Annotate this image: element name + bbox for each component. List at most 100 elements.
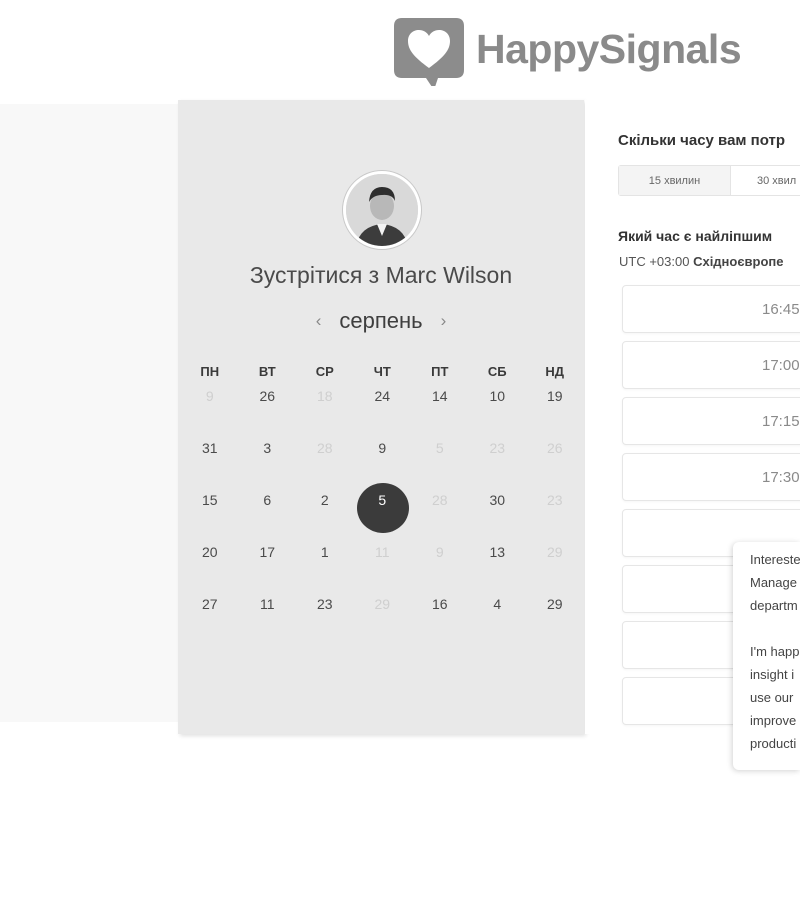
chat-message-line: use our bbox=[750, 690, 794, 705]
chat-message-line: producti bbox=[750, 736, 797, 751]
calendar-day[interactable]: 19 bbox=[526, 388, 584, 440]
calendar-day-number: 26 bbox=[259, 388, 276, 404]
calendar-panel: Зустрітися з Marc Wilson ‹ серпень › ПН … bbox=[178, 100, 584, 734]
calendar-day-number: 11 bbox=[374, 544, 390, 560]
calendar-day[interactable]: 20 bbox=[181, 544, 239, 596]
calendar-day-number: 31 bbox=[201, 440, 218, 456]
chat-message-line: departm bbox=[750, 598, 798, 613]
time-slot[interactable]: 17:15 bbox=[622, 397, 800, 445]
calendar-day-number: 29 bbox=[546, 544, 563, 560]
timezone-name: Східноєвропе bbox=[693, 254, 784, 269]
weekday-label: ЧТ bbox=[373, 364, 391, 379]
calendar-day: 28 bbox=[411, 492, 469, 544]
weekday-label: ПТ bbox=[431, 364, 449, 379]
timezone-offset: UTC +03:00 bbox=[619, 254, 690, 269]
calendar-day-number: 9 bbox=[378, 440, 387, 456]
calendar-day-number: 2 bbox=[320, 492, 329, 508]
calendar-day-number: 26 bbox=[546, 440, 563, 456]
calendar-day: 23 bbox=[469, 440, 527, 492]
weekday-label: ВТ bbox=[258, 364, 276, 379]
calendar-day-number: 20 bbox=[201, 544, 218, 560]
calendar-day[interactable]: 14 bbox=[411, 388, 469, 440]
calendar-day[interactable]: 30 bbox=[469, 492, 527, 544]
calendar-day[interactable]: 1 bbox=[296, 544, 354, 596]
calendar-day-number: 27 bbox=[201, 596, 218, 612]
calendar-day[interactable]: 11 bbox=[239, 596, 297, 648]
calendar-day: 11 bbox=[354, 544, 412, 596]
chat-message-line: Intereste bbox=[750, 552, 800, 567]
calendar-day[interactable]: 13 bbox=[469, 544, 527, 596]
calendar-week-row: 15 6 2 5 28 30 23 bbox=[181, 483, 584, 544]
calendar-day-number: 5 bbox=[435, 440, 444, 456]
calendar-day-number: 17 bbox=[259, 544, 276, 560]
calendar-day-selected[interactable]: 5 bbox=[354, 483, 412, 544]
calendar-day: 29 bbox=[354, 596, 412, 648]
calendar-day[interactable]: 17 bbox=[239, 544, 297, 596]
weekday-label: СР bbox=[315, 364, 334, 379]
calendar-day[interactable]: 31 bbox=[181, 440, 239, 492]
happysignals-logo[interactable]: HappySignals bbox=[392, 12, 742, 86]
calendar-day[interactable]: 3 bbox=[239, 440, 297, 492]
timezone-label[interactable]: UTC +03:00 Східноєвропе bbox=[619, 254, 784, 269]
chat-popup[interactable]: Intereste Manage departm I'm happ insigh… bbox=[733, 542, 800, 770]
heart-chat-logo-icon bbox=[394, 18, 464, 86]
time-slot[interactable]: 17:30 bbox=[622, 453, 800, 501]
calendar-day[interactable]: 6 bbox=[239, 492, 297, 544]
time-slot[interactable]: 17:00 bbox=[622, 341, 800, 389]
calendar-day: 23 bbox=[526, 492, 584, 544]
calendar-day-number: 30 bbox=[489, 492, 506, 508]
calendar-day[interactable]: 2 bbox=[296, 492, 354, 544]
calendar-day[interactable]: 27 bbox=[181, 596, 239, 648]
time-slot[interactable]: 16:45 bbox=[622, 285, 800, 333]
calendar-day-number: 18 bbox=[316, 388, 333, 404]
calendar-day-number: 9 bbox=[435, 544, 444, 560]
calendar-day[interactable]: 15 bbox=[181, 492, 239, 544]
calendar-day[interactable]: 16 bbox=[411, 596, 469, 648]
calendar-day-number: 16 bbox=[431, 596, 448, 612]
time-slot-label: 16:45 bbox=[762, 301, 800, 318]
calendar-day: 9 bbox=[181, 388, 239, 440]
calendar-day-number: 29 bbox=[546, 596, 563, 612]
calendar-day[interactable]: 4 bbox=[469, 596, 527, 648]
calendar-days-grid: 9 26 18 24 14 10 19 31 3 28 9 5 23 26 15 6 2 5 28 30 23 20 17 1… bbox=[181, 388, 584, 648]
calendar-day-number: 19 bbox=[546, 388, 563, 404]
duration-question: Скільки часу вам потр bbox=[618, 132, 786, 149]
calendar-day-number: 5 bbox=[378, 492, 387, 508]
brand-name: HappySignals bbox=[476, 26, 742, 72]
calendar-day-number: 10 bbox=[489, 388, 506, 404]
month-navigation: ‹ серпень › bbox=[178, 308, 584, 334]
calendar-day[interactable]: 24 bbox=[354, 388, 412, 440]
avatar bbox=[343, 171, 421, 249]
calendar-day: 26 bbox=[526, 440, 584, 492]
person-avatar-icon bbox=[346, 174, 418, 246]
calendar-day[interactable]: 10 bbox=[469, 388, 527, 440]
chat-message-line: Manage bbox=[750, 575, 797, 590]
weekday-label: СБ bbox=[487, 364, 507, 379]
weekday-header: ПН ВТ СР ЧТ ПТ СБ НД bbox=[181, 364, 584, 379]
calendar-week-row: 27 11 23 29 16 4 29 bbox=[181, 596, 584, 648]
calendar-day-number: 9 bbox=[205, 388, 214, 404]
left-background bbox=[0, 104, 178, 722]
time-question: Який час є найліпшим bbox=[618, 228, 773, 244]
calendar-day[interactable]: 23 bbox=[296, 596, 354, 648]
calendar-day: 18 bbox=[296, 388, 354, 440]
weekday-label: ПН bbox=[200, 364, 220, 379]
calendar-day[interactable]: 26 bbox=[239, 388, 297, 440]
time-slot-label: 17:00 bbox=[762, 357, 800, 374]
calendar-day-number: 28 bbox=[316, 440, 333, 456]
chat-message-line: improve bbox=[750, 713, 797, 728]
calendar-day: 29 bbox=[526, 544, 584, 596]
calendar-week-row: 20 17 1 11 9 13 29 bbox=[181, 544, 584, 596]
duration-option-30[interactable]: 30 хвил bbox=[731, 166, 800, 195]
calendar-week-row: 9 26 18 24 14 10 19 bbox=[181, 388, 584, 440]
duration-option-15[interactable]: 15 хвилин bbox=[619, 166, 731, 195]
calendar-day: 28 bbox=[296, 440, 354, 492]
weekday-label: НД bbox=[545, 364, 565, 379]
calendar-day-number: 13 bbox=[489, 544, 506, 560]
calendar-day-number: 1 bbox=[320, 544, 329, 560]
calendar-day: 5 bbox=[411, 440, 469, 492]
chevron-right-icon[interactable]: › bbox=[441, 311, 447, 331]
calendar-day[interactable]: 29 bbox=[526, 596, 584, 648]
chevron-left-icon[interactable]: ‹ bbox=[316, 311, 322, 331]
time-slot-label: 17:15 bbox=[762, 413, 800, 430]
